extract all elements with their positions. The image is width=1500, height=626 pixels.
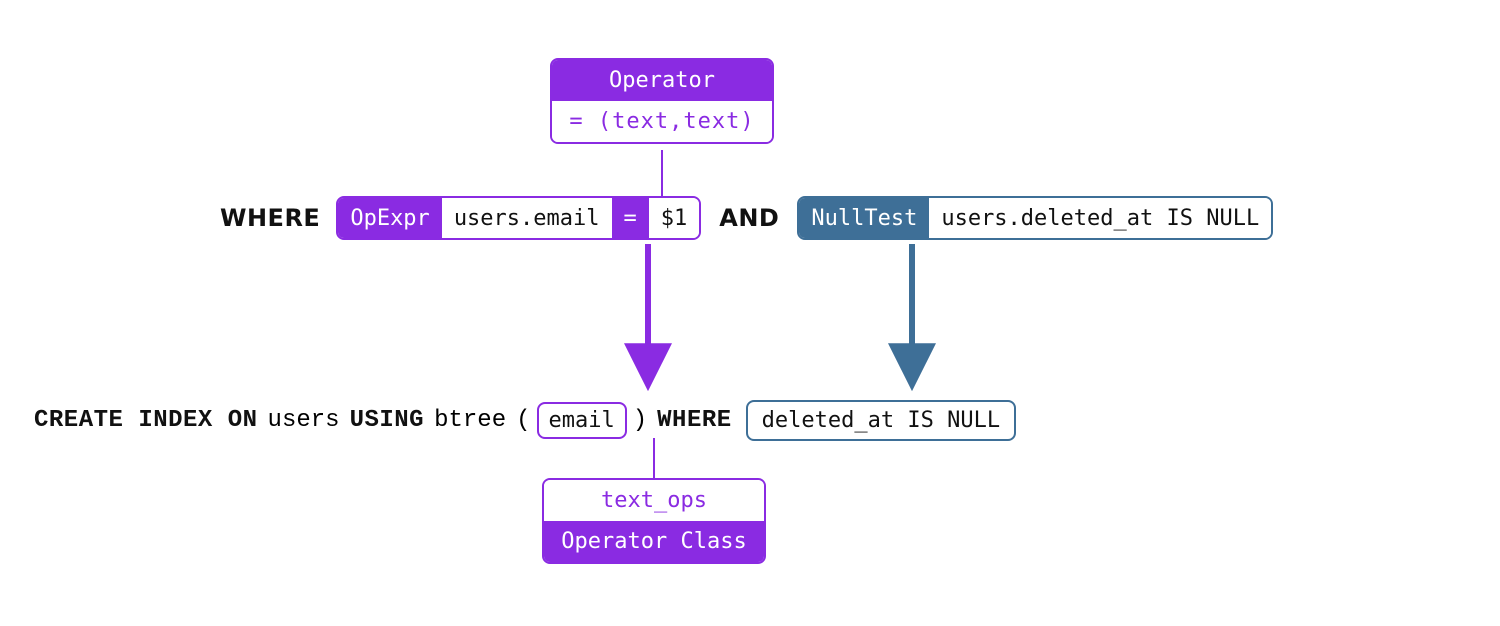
nulltest-pill: NullTest users.deleted_at IS NULL — [797, 196, 1273, 240]
nulltest-body: users.deleted_at IS NULL — [929, 198, 1271, 238]
index-method: btree — [434, 407, 506, 434]
operator-class-label: Operator Class — [544, 521, 764, 562]
using-keyword: USING — [350, 407, 425, 434]
index-column-pill: email — [537, 402, 627, 439]
index-column: email — [549, 408, 615, 433]
index-where-keyword: WHERE — [657, 407, 732, 434]
table-name: users — [268, 407, 340, 434]
where-row: WHERE OpExpr users.email = $1 AND NullTe… — [220, 196, 1273, 240]
operator-box-signature: = (text,text) — [552, 101, 772, 142]
operator-box: Operator = (text,text) — [550, 58, 774, 144]
index-predicate: deleted_at IS NULL — [762, 408, 1000, 433]
operator-box-title: Operator — [552, 60, 772, 101]
index-predicate-pill: deleted_at IS NULL — [746, 400, 1016, 441]
opexpr-eq: = — [612, 198, 649, 238]
and-keyword: AND — [719, 204, 779, 232]
create-index-row: CREATE INDEX ON users USING btree ( emai… — [34, 400, 1016, 441]
where-keyword: WHERE — [220, 204, 320, 232]
opexpr-right: $1 — [649, 198, 700, 238]
create-index-on-keyword: CREATE INDEX ON — [34, 407, 258, 434]
nulltest-tag: NullTest — [799, 198, 929, 238]
paren-close: ) — [633, 407, 647, 434]
opexpr-pill: OpExpr users.email = $1 — [336, 196, 701, 240]
operator-class-name: text_ops — [544, 480, 764, 521]
operator-class-box: text_ops Operator Class — [542, 478, 766, 564]
opexpr-tag: OpExpr — [338, 198, 441, 238]
paren-open: ( — [516, 407, 530, 434]
opexpr-left: users.email — [442, 198, 612, 238]
